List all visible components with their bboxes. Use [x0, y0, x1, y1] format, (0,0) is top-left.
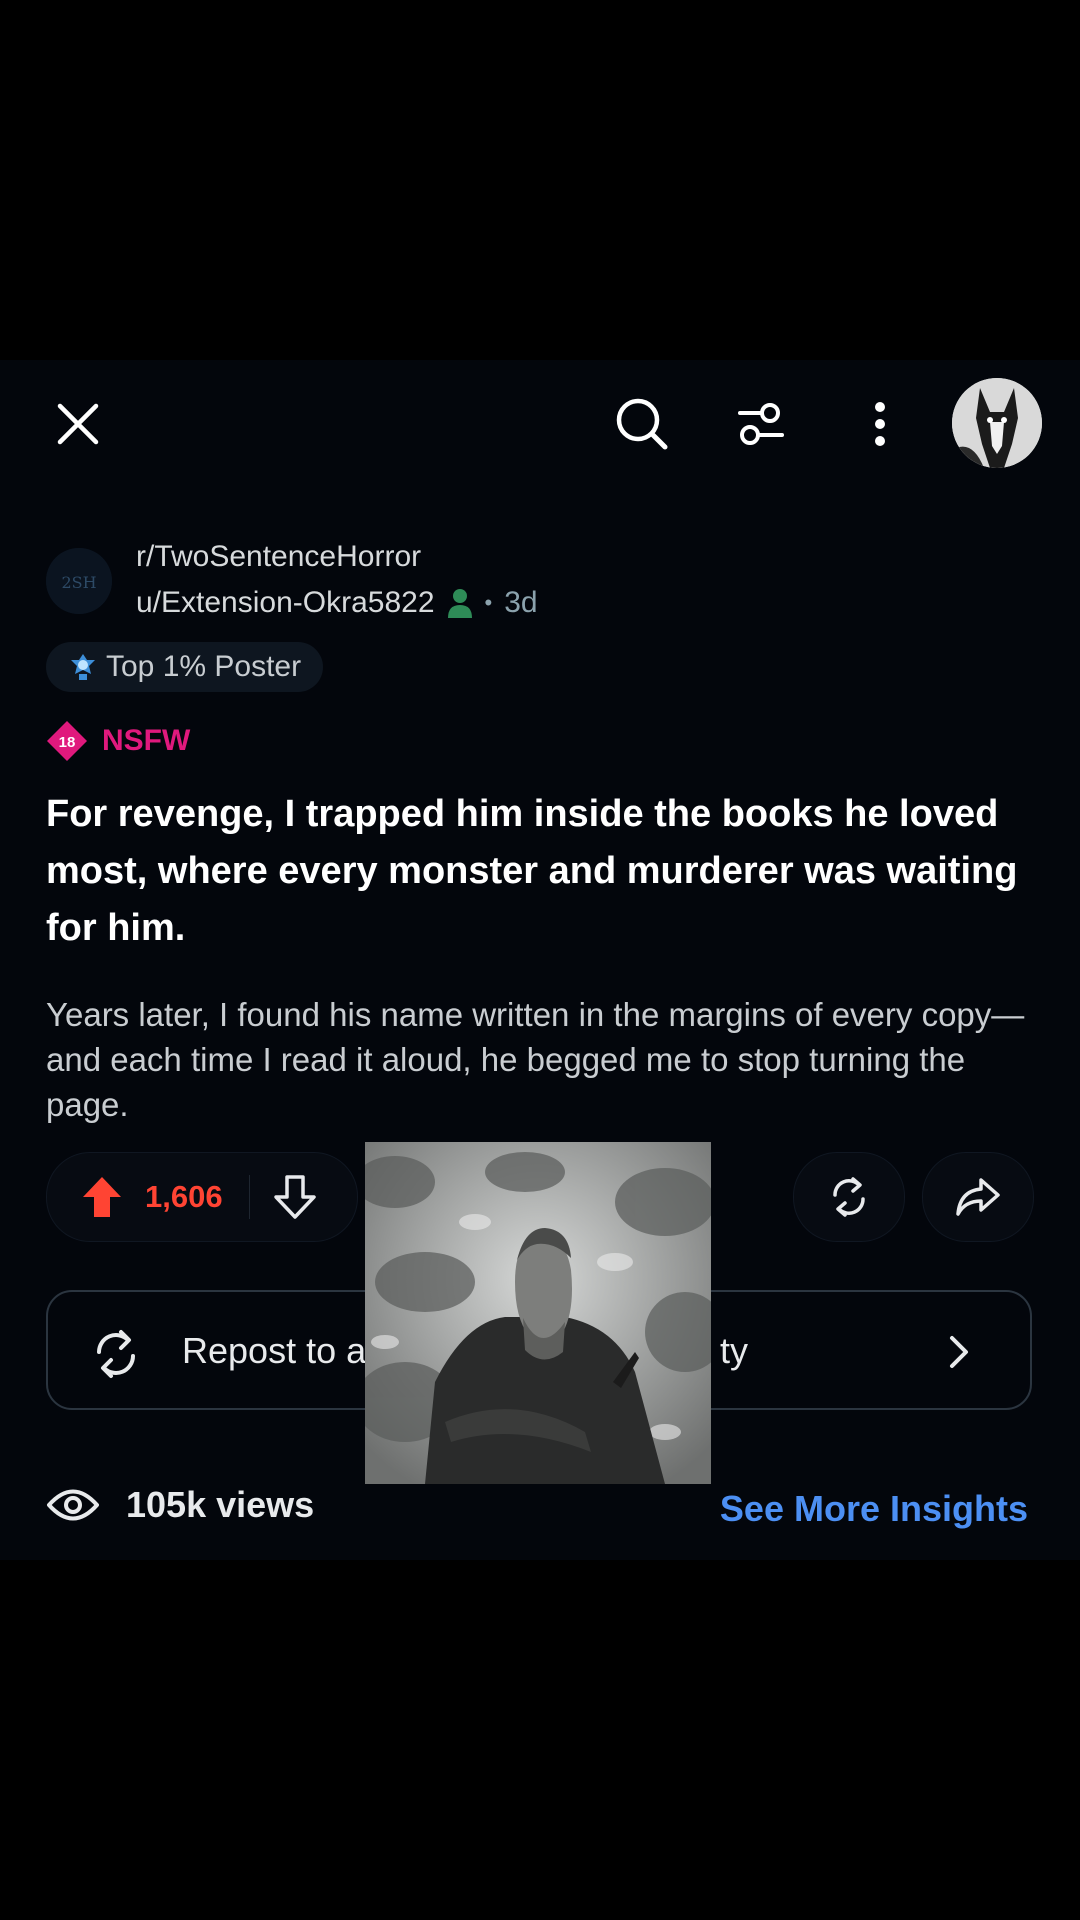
nsfw-18-icon: 18	[47, 721, 87, 761]
nsfw-label: NSFW	[102, 724, 191, 757]
post-title[interactable]: For revenge, I trapped him inside the bo…	[46, 786, 1026, 957]
overlay-video-frame[interactable]	[365, 1142, 711, 1484]
close-button[interactable]	[38, 384, 118, 464]
author-name[interactable]: u/Extension-Okra5822	[136, 586, 435, 620]
post-age: 3d	[504, 586, 538, 619]
filter-button[interactable]	[721, 384, 801, 464]
subreddit-name[interactable]: r/TwoSentenceHorror	[136, 540, 421, 574]
views-label: 105k views	[126, 1484, 315, 1525]
author-row: u/Extension-Okra5822 • 3d	[136, 586, 538, 620]
vote-divider	[248, 1175, 250, 1219]
trophy-icon	[71, 654, 95, 680]
search-icon	[616, 398, 668, 450]
person-icon	[447, 589, 472, 618]
upvote-count: 1,606	[145, 1179, 223, 1214]
flair-label: Top 1% Poster	[106, 650, 302, 683]
user-avatar[interactable]	[952, 378, 1042, 468]
top-poster-flair[interactable]: Top 1% Poster	[46, 642, 324, 692]
subreddit-icon[interactable]: 2SH	[46, 548, 112, 614]
separator-dot: •	[484, 590, 493, 615]
filter-icon	[738, 403, 784, 445]
upvote-icon[interactable]	[81, 1175, 123, 1219]
see-more-insights-link[interactable]: See More Insights	[720, 1488, 1028, 1530]
downvote-icon[interactable]	[273, 1175, 316, 1219]
wolf-avatar-icon	[952, 378, 1042, 468]
chevron-right-icon	[950, 1336, 968, 1368]
video-frame-image	[365, 1142, 711, 1484]
view-count: 105k views	[46, 1484, 314, 1526]
nsfw-tag: 18 NSFW	[46, 720, 190, 762]
repost-label: Repost to a	[182, 1330, 367, 1371]
share-button[interactable]	[922, 1152, 1034, 1242]
vote-control: 1,606	[46, 1152, 358, 1242]
repost-label-end: ty	[720, 1330, 749, 1371]
more-vertical-icon	[875, 402, 885, 446]
more-options-button[interactable]	[840, 384, 920, 464]
crosspost-button[interactable]	[793, 1152, 905, 1242]
svg-text:2SH: 2SH	[61, 573, 96, 592]
close-icon	[57, 403, 99, 445]
subreddit-logo-icon: 2SH	[46, 548, 112, 614]
share-icon	[956, 1178, 1000, 1216]
repost-community-icon	[97, 1330, 135, 1378]
svg-text:18: 18	[59, 734, 76, 751]
post-body[interactable]: Years later, I found his name written in…	[46, 992, 1036, 1127]
search-button[interactable]	[602, 384, 682, 464]
repost-icon	[833, 1177, 865, 1217]
eye-icon	[47, 1489, 99, 1521]
